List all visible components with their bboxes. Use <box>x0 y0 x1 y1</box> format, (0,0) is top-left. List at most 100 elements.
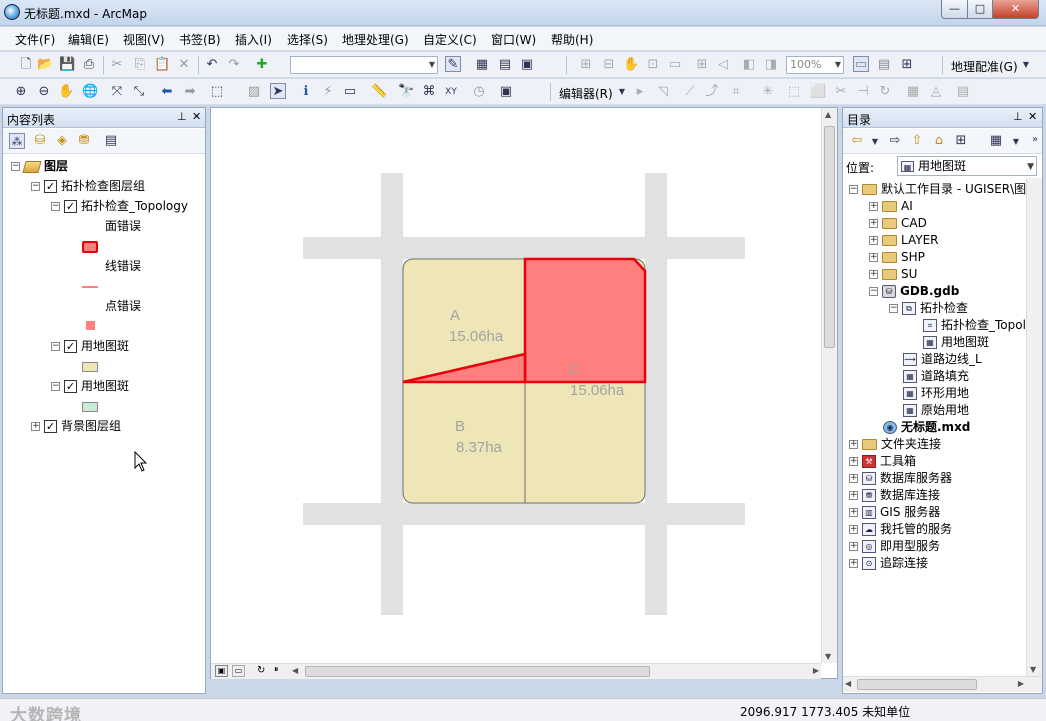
menu-bookmarks[interactable]: 书签(B) <box>179 31 221 48</box>
expand-icon[interactable]: + <box>849 542 858 551</box>
pause-drawing-icon[interactable]: ⏸ <box>274 665 279 675</box>
expand-icon[interactable]: + <box>849 474 858 483</box>
expand-icon[interactable]: + <box>849 525 858 534</box>
identify-icon[interactable]: ℹ <box>298 84 314 100</box>
catalog-item[interactable]: + 文件夹连接 <box>849 436 941 453</box>
back-arrow-icon[interactable]: ⬅ <box>159 84 175 100</box>
list-by-visibility-icon[interactable]: ◈ <box>54 133 70 149</box>
redo-icon[interactable]: ↷ <box>226 57 242 73</box>
end-point-arc-icon[interactable]: ⤴ <box>704 84 720 100</box>
views-icon[interactable]: ▦ <box>988 133 1004 149</box>
menu-file[interactable]: 文件(F) <box>15 31 55 48</box>
pan-layout-icon[interactable]: ✋ <box>623 57 639 73</box>
create-features-icon[interactable]: ▤ <box>955 84 971 100</box>
scroll-down-icon[interactable]: ▼ <box>1030 665 1036 674</box>
catalog-item[interactable]: + CAD <box>869 215 927 232</box>
go-forward-icon[interactable]: ◨ <box>763 57 779 73</box>
toc-root[interactable]: − 图层 <box>11 158 68 175</box>
scroll-left-icon[interactable]: ◀ <box>292 666 298 675</box>
rotate-icon[interactable]: ↻ <box>877 84 893 100</box>
maximize-button[interactable]: □ <box>967 0 993 19</box>
focus-data-frame-icon[interactable]: ▤ <box>876 57 892 73</box>
location-combo[interactable]: ▦ 用地图斑 ▼ <box>897 156 1037 176</box>
editor-menu[interactable]: 编辑器(R) <box>559 85 613 102</box>
expand-icon[interactable]: + <box>869 253 878 262</box>
list-by-selection-icon[interactable]: ⛃ <box>76 133 92 149</box>
catalog-item[interactable]: ▦ 环形用地 <box>903 385 969 402</box>
time-slider-icon[interactable]: ◷ <box>471 84 487 100</box>
expand-icon[interactable]: + <box>849 457 858 466</box>
collapse-icon[interactable]: − <box>849 185 858 194</box>
expand-icon[interactable]: + <box>849 559 858 568</box>
catalog-item[interactable]: ▦ 用地图斑 <box>923 334 989 351</box>
expand-icon[interactable]: + <box>869 236 878 245</box>
menu-help[interactable]: 帮助(H) <box>551 31 593 48</box>
select-elements-icon[interactable]: ➤ <box>270 83 286 99</box>
map-view[interactable]: A 15.06ha B 8.37ha C 15.06ha ▲ ▼ ▣ ▭ ↻ ⏸… <box>210 107 838 679</box>
zoom-combo[interactable]: 100% ▼ <box>786 56 844 74</box>
map-vertical-scrollbar[interactable]: ▲ ▼ <box>821 108 837 663</box>
toggle-draft-mode-icon[interactable]: ▭ <box>853 56 869 72</box>
menu-customize[interactable]: 自定义(C) <box>423 31 477 48</box>
visibility-checkbox[interactable]: ✓ <box>64 340 77 353</box>
georeferencing-menu[interactable]: 地理配准(G) <box>951 58 1018 75</box>
catalog-item[interactable]: + ⛁ 数据库服务器 <box>849 470 952 487</box>
expand-icon[interactable]: + <box>849 508 858 517</box>
catalog-item[interactable]: + ☁ 我托管的服务 <box>849 521 952 538</box>
hyperlink-icon[interactable]: ⚡ <box>320 84 336 100</box>
html-popup-icon[interactable]: ▭ <box>342 84 358 100</box>
scroll-thumb[interactable] <box>824 126 835 348</box>
zoom-100-icon[interactable]: ⊞ <box>694 57 710 73</box>
toc-item[interactable]: + ✓ 背景图层组 <box>31 418 121 435</box>
pin-icon[interactable]: ⊥ <box>1013 110 1023 123</box>
full-extent-icon[interactable]: 🌐 <box>82 84 98 100</box>
catalog-item[interactable]: ▦ 道路填充 <box>903 368 969 385</box>
measure-icon[interactable]: 📏 <box>371 84 387 100</box>
zoom-out-icon[interactable]: ⊖ <box>36 84 52 100</box>
forward-icon[interactable]: ⇨ <box>887 133 903 149</box>
close-icon[interactable]: ✕ <box>192 110 201 123</box>
find-route-icon[interactable]: ⌘ <box>421 84 437 100</box>
scroll-down-icon[interactable]: ▼ <box>825 652 831 661</box>
fixed-zoom-in-icon[interactable]: ⤧ <box>109 84 125 100</box>
go-back-icon[interactable]: ◧ <box>741 57 757 73</box>
catalog-item-home[interactable]: − 默认工作目录 - UGISER\图斑 <box>849 181 1038 198</box>
catalog-item[interactable]: + ▥ GIS 服务器 <box>849 504 940 521</box>
delete-icon[interactable]: ✕ <box>176 57 192 73</box>
scroll-up-icon[interactable]: ▲ <box>825 110 831 119</box>
catalog-vertical-scrollbar[interactable]: ▼ <box>1026 178 1042 676</box>
scroll-thumb[interactable] <box>305 666 650 677</box>
menu-geoprocessing[interactable]: 地理处理(G) <box>342 31 409 48</box>
menu-edit[interactable]: 编辑(E) <box>68 31 109 48</box>
catalog-horizontal-scrollbar[interactable]: ◀ ▶ <box>843 676 1042 692</box>
zoom-whole-page-icon[interactable]: ▭ <box>667 57 683 73</box>
data-view-icon[interactable]: ▣ <box>215 665 228 677</box>
toc-item[interactable]: − ✓ 拓扑检查_Topology <box>51 198 188 215</box>
polygon-error-c[interactable] <box>523 257 647 384</box>
zoom-out-fixed-icon[interactable]: ⊟ <box>601 57 617 73</box>
find-icon[interactable]: 🔭 <box>398 84 414 100</box>
collapse-icon[interactable]: − <box>869 287 878 296</box>
toc-item[interactable]: − ✓ 用地图斑 <box>51 338 129 355</box>
menu-insert[interactable]: 插入(I) <box>235 31 272 48</box>
catalog-item[interactable]: + ⚒ 工具箱 <box>849 453 916 470</box>
create-viewer-icon[interactable]: ▣ <box>498 84 514 100</box>
collapse-icon[interactable]: − <box>889 304 898 313</box>
visibility-checkbox[interactable]: ✓ <box>64 200 77 213</box>
open-folder-icon[interactable]: 📂 <box>37 57 53 73</box>
split-icon[interactable]: ⊣ <box>855 84 871 100</box>
list-by-source-icon[interactable]: ⛁ <box>32 133 48 149</box>
expand-icon[interactable]: + <box>869 202 878 211</box>
chevron-down-icon[interactable]: ▼ <box>1018 57 1034 73</box>
undo-icon[interactable]: ↶ <box>204 57 220 73</box>
editor-toolbar-icon[interactable]: ✎ <box>445 56 461 72</box>
catalog-item-gdb[interactable]: − ⛁ GDB.gdb <box>869 283 959 300</box>
scale-combo[interactable]: ▼ <box>290 56 438 74</box>
copy-icon[interactable]: ⎘ <box>132 57 148 73</box>
overflow-icon[interactable]: » <box>1027 132 1043 148</box>
chevron-down-icon[interactable]: ▼ <box>1008 134 1024 150</box>
search-window-icon[interactable]: ▣ <box>519 57 535 73</box>
catalog-item[interactable]: ⌗ 拓扑检查_Topolc <box>923 317 1033 334</box>
visibility-checkbox[interactable]: ✓ <box>44 180 57 193</box>
toc-item[interactable]: − ✓ 拓扑检查图层组 <box>31 178 145 195</box>
